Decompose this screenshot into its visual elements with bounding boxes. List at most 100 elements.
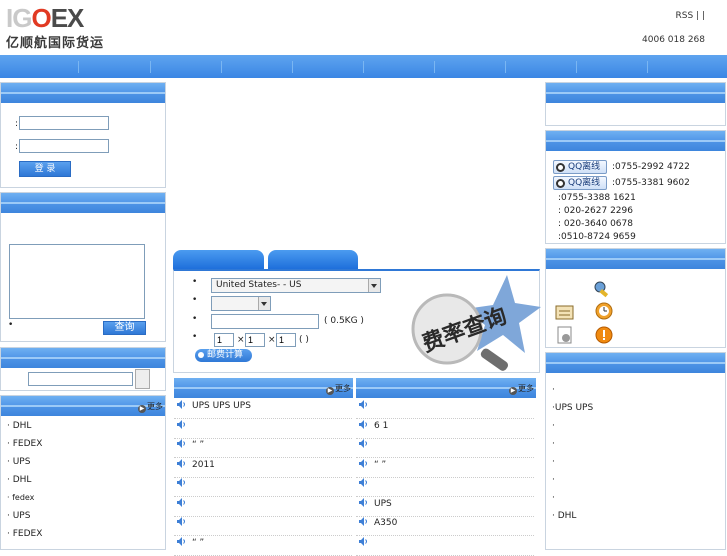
nav-divider xyxy=(292,61,293,73)
news-right-header: ▶ 更多 xyxy=(356,378,536,398)
country-select[interactable]: United States- - US xyxy=(211,278,381,293)
news-row[interactable] xyxy=(356,438,534,458)
news-row[interactable]: “ ” xyxy=(174,536,352,556)
news-title[interactable]: “ ” xyxy=(192,538,204,548)
list-item[interactable]: · FEDEX xyxy=(7,529,42,539)
news-title[interactable]: UPS UPS UPS xyxy=(192,401,251,411)
site-logo[interactable]: IGOEX xyxy=(6,5,84,31)
rss-links[interactable]: RSS | | xyxy=(676,11,705,21)
news-title[interactable]: UPS xyxy=(374,499,392,509)
contact-header xyxy=(546,131,725,151)
site-search-input[interactable] xyxy=(28,372,133,386)
qq-offline-button[interactable]: QQ离线 xyxy=(553,176,607,190)
notepad-icon[interactable] xyxy=(555,304,575,320)
track-query-button[interactable]: 查询 xyxy=(103,321,146,335)
news-row[interactable] xyxy=(174,516,352,536)
rate-calculator-panel: • United States- - US • • ( 0.5KG ) • × … xyxy=(173,269,541,373)
list-item[interactable]: · xyxy=(552,475,555,485)
tracking-panel: • 查询 xyxy=(0,192,166,342)
username-input[interactable] xyxy=(19,116,109,130)
nav-divider xyxy=(363,61,364,73)
document-settings-icon[interactable] xyxy=(556,326,574,344)
news-row[interactable] xyxy=(356,399,534,419)
news-row[interactable]: “ ” xyxy=(356,458,534,478)
news-row[interactable] xyxy=(174,497,352,517)
news-row[interactable]: 2011 xyxy=(174,458,352,478)
height-input[interactable] xyxy=(276,333,296,347)
chevron-down-icon xyxy=(368,279,380,292)
length-input[interactable] xyxy=(214,333,234,347)
news-row[interactable]: “ ” xyxy=(174,438,352,458)
weight-unit-label: ( 0.5KG ) xyxy=(324,316,364,326)
speaker-icon xyxy=(177,517,185,526)
password-label: : xyxy=(15,142,19,152)
news-row[interactable]: 6 1 xyxy=(356,419,534,439)
news-row[interactable]: UPS UPS UPS xyxy=(174,399,352,419)
nav-divider xyxy=(647,61,648,73)
news-row[interactable]: A350 xyxy=(356,516,534,536)
list-item[interactable]: · DHL xyxy=(7,475,31,485)
list-item[interactable]: · fedex xyxy=(7,493,34,502)
speaker-icon xyxy=(177,458,185,468)
contact-phone: :0755-2992 4722 xyxy=(612,162,690,172)
tracking-number-textarea[interactable] xyxy=(9,244,145,319)
right-news-panel: · ·UPS UPS · · · · · · DHL xyxy=(545,352,726,550)
list-item[interactable]: · xyxy=(552,493,555,503)
news-row[interactable] xyxy=(174,419,352,439)
bullet: • xyxy=(192,314,198,324)
news-title[interactable]: A350 xyxy=(374,518,397,528)
more-link[interactable]: ▶ 更多 xyxy=(326,383,351,395)
contact-panel: QQ离线 :0755-2992 4722 QQ离线 :0755-3381 960… xyxy=(545,130,726,244)
warning-icon[interactable] xyxy=(595,326,613,344)
news-row[interactable] xyxy=(174,477,352,497)
password-input[interactable] xyxy=(19,139,109,153)
news-row[interactable]: UPS xyxy=(356,497,534,517)
news-row[interactable] xyxy=(356,477,534,497)
contact-phone: :0755-3381 9602 xyxy=(612,178,690,188)
speaker-icon xyxy=(177,497,185,507)
contact-phone: :0755-3388 1621 xyxy=(558,193,636,203)
chevron-down-icon xyxy=(258,297,270,310)
list-item[interactable]: · xyxy=(552,457,555,467)
calculate-postage-button[interactable]: 邮费计算 xyxy=(195,349,252,362)
tab-rate-calculator[interactable] xyxy=(173,250,264,269)
bullet: • xyxy=(192,277,198,287)
list-item[interactable]: · DHL xyxy=(7,421,31,431)
site-search-button[interactable] xyxy=(135,369,150,389)
right-news-header xyxy=(546,353,725,373)
list-item[interactable]: · xyxy=(552,385,555,395)
list-item[interactable]: · DHL xyxy=(552,511,576,521)
news-title[interactable]: “ ” xyxy=(374,460,386,470)
more-link[interactable]: ▶ 更多 xyxy=(138,401,163,413)
news-row[interactable] xyxy=(356,536,534,556)
more-link[interactable]: ▶ 更多 xyxy=(509,383,534,395)
list-item[interactable]: · UPS xyxy=(7,511,30,521)
shipping-news-header: ▶ 更多 xyxy=(1,396,165,416)
news-title[interactable]: 2011 xyxy=(192,460,215,470)
list-item[interactable]: · xyxy=(552,421,555,431)
clock-icon[interactable] xyxy=(595,302,613,320)
username-label: : xyxy=(15,119,19,129)
shipping-type-select[interactable] xyxy=(211,296,271,311)
news-title[interactable]: 6 1 xyxy=(374,421,388,431)
list-item[interactable]: ·UPS UPS xyxy=(552,403,593,413)
tab-second[interactable] xyxy=(268,250,358,269)
news-title[interactable]: “ ” xyxy=(192,440,204,450)
width-input[interactable] xyxy=(245,333,265,347)
speaker-icon xyxy=(359,478,367,487)
tools-header xyxy=(546,249,725,269)
list-item[interactable]: · FEDEX xyxy=(7,439,42,449)
weight-input[interactable] xyxy=(211,314,319,329)
list-item[interactable]: · UPS xyxy=(7,457,30,467)
speaker-icon xyxy=(359,517,367,526)
qq-offline-button[interactable]: QQ离线 xyxy=(553,160,607,174)
hotline-phone: 4006 018 268 xyxy=(642,35,705,45)
main-nav-bar xyxy=(0,55,727,78)
list-item[interactable]: · xyxy=(552,439,555,449)
speaker-icon xyxy=(359,419,367,429)
news-right-panel: ▶ 更多 6 1 “ ” UPS A350 xyxy=(356,378,536,556)
search-panel-header xyxy=(1,348,165,368)
speaker-icon xyxy=(359,400,367,409)
login-button[interactable]: 登 录 xyxy=(19,161,71,177)
key-search-icon[interactable] xyxy=(593,280,611,298)
